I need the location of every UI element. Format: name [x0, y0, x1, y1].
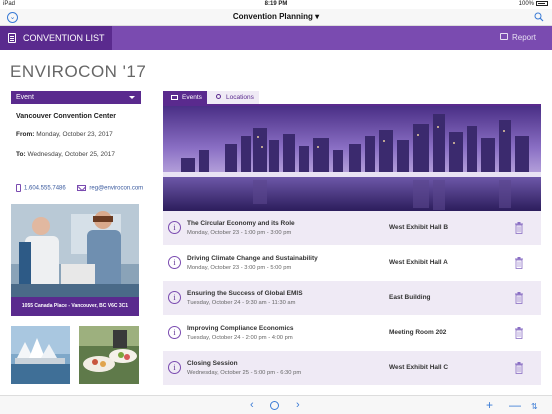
page-title: ENVIROCON '17	[10, 62, 147, 81]
from-date: Monday, October 23, 2017	[36, 131, 113, 138]
status-bar: iPad 8:19 PM 100%	[0, 0, 552, 9]
tab-events[interactable]: Events	[163, 91, 207, 104]
info-icon[interactable]: i	[168, 361, 181, 374]
to-label: To:	[16, 151, 26, 158]
tab-events-label: Events	[182, 94, 202, 101]
trash-icon[interactable]	[514, 362, 524, 374]
session-name: Closing Session	[187, 360, 238, 367]
session-name: Improving Compliance Economics	[187, 325, 294, 332]
email-link[interactable]: reg@envirocon.com	[89, 186, 143, 192]
battery-icon	[536, 1, 548, 6]
mail-icon	[77, 185, 87, 191]
convention-list-label: CONVENTION LIST	[23, 33, 105, 43]
session-time: Wednesday, October 25 - 5:00 pm - 6:30 p…	[187, 370, 302, 376]
chevron-left-icon[interactable]: ‹	[250, 398, 254, 412]
battery-percent: 100%	[518, 1, 534, 8]
chevron-right-icon[interactable]: ›	[296, 398, 300, 412]
add-icon[interactable]: +	[486, 398, 493, 412]
session-name: Ensuring the Success of Global EMIS	[187, 290, 303, 297]
trash-icon[interactable]	[514, 222, 524, 234]
app-title-dropdown[interactable]: Convention Planning ▾	[0, 12, 552, 21]
start-date: From: Monday, October 23, 2017	[16, 131, 113, 138]
session-location: West Exhibit Hall A	[389, 259, 448, 266]
navigation-bar: ⌄ Convention Planning ▾	[0, 9, 552, 26]
table-row[interactable]: i The Circular Economy and its Role Mond…	[163, 211, 541, 246]
end-date: To: Wednesday, October 25, 2017	[16, 151, 115, 158]
session-time: Monday, October 23 - 3:00 pm - 5:00 pm	[187, 265, 292, 271]
home-circle-icon[interactable]	[270, 401, 279, 410]
battery-indicator: 100%	[519, 1, 548, 7]
section-header: CONVENTION LIST Report	[0, 26, 552, 50]
session-time: Tuesday, October 24 - 9:30 am - 11:30 am	[187, 300, 296, 306]
table-row[interactable]: i Driving Climate Change and Sustainabil…	[163, 246, 541, 281]
session-list: i The Circular Economy and its Role Mond…	[163, 211, 541, 386]
table-row[interactable]: i Closing Session Wednesday, October 25 …	[163, 351, 541, 386]
event-type-value: Event	[16, 94, 34, 101]
contact-info: 1.604.555.7486 reg@envirocon.com	[16, 184, 143, 192]
venue-name: Vancouver Convention Center	[16, 113, 116, 120]
phone-icon	[16, 184, 21, 192]
harbor-photo	[11, 326, 70, 384]
session-time: Tuesday, October 24 - 2:00 pm - 4:00 pm	[187, 335, 293, 341]
sort-icon[interactable]: ⇅	[531, 400, 538, 414]
table-row[interactable]: i Improving Compliance Economics Tuesday…	[163, 316, 541, 351]
session-name: The Circular Economy and its Role	[187, 220, 295, 227]
phone-link[interactable]: 1.604.555.7486	[24, 186, 66, 192]
event-type-select[interactable]: Event	[11, 91, 141, 104]
trash-icon[interactable]	[514, 292, 524, 304]
city-skyline-photo	[163, 106, 541, 211]
info-icon[interactable]: i	[168, 221, 181, 234]
session-name: Driving Climate Change and Sustainabilit…	[187, 255, 318, 262]
search-icon[interactable]	[534, 12, 544, 22]
venue-address: 1055 Canada Place - Vancouver, BC V6C 3C…	[11, 297, 139, 316]
session-location: West Exhibit Hall B	[389, 224, 449, 231]
trash-icon[interactable]	[514, 327, 524, 339]
session-location: West Exhibit Hall C	[389, 364, 449, 371]
chevron-down-icon	[129, 96, 135, 99]
report-label: Report	[511, 33, 536, 42]
remove-icon[interactable]: —	[509, 398, 521, 412]
info-icon[interactable]: i	[168, 291, 181, 304]
calendar-icon	[171, 95, 178, 100]
tab-locations-label: Locations	[226, 94, 254, 101]
tab-locations[interactable]: Locations	[207, 91, 259, 104]
session-location: Meeting Room 202	[389, 329, 447, 336]
clock: 8:19 PM	[264, 1, 288, 7]
convention-list-button[interactable]: CONVENTION LIST	[0, 26, 112, 50]
info-icon[interactable]: i	[168, 326, 181, 339]
session-location: East Building	[389, 294, 431, 301]
table-row[interactable]: i Ensuring the Success of Global EMIS Tu…	[163, 281, 541, 316]
to-date: Wednesday, October 25, 2017	[27, 151, 116, 158]
food-photo	[79, 326, 139, 384]
bottom-toolbar: ‹ › + — ⇅	[0, 395, 552, 414]
location-pin-icon	[216, 94, 221, 99]
session-time: Monday, October 23 - 1:00 pm - 3:00 pm	[187, 230, 292, 236]
from-label: From:	[16, 131, 35, 138]
list-icon	[8, 33, 16, 43]
report-button[interactable]: Report	[499, 26, 536, 50]
trash-icon[interactable]	[514, 257, 524, 269]
info-icon[interactable]: i	[168, 256, 181, 269]
report-icon	[499, 33, 508, 41]
